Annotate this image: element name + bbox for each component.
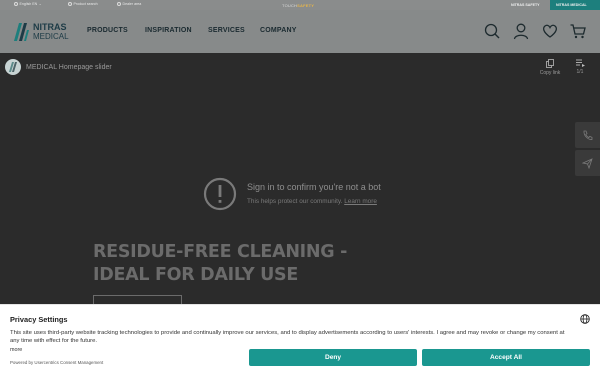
language-globe-icon[interactable] <box>580 314 590 324</box>
deny-button[interactable]: Deny <box>249 349 417 366</box>
slider-headline: RESIDUE-FREE CLEANING - IDEAL FOR DAILY … <box>93 241 347 287</box>
pager-label: 1/1 <box>576 69 584 75</box>
channel-avatar[interactable] <box>5 59 21 75</box>
privacy-more-link[interactable]: more <box>10 347 22 353</box>
bot-check-notice: Sign in to confirm you're not a bot This… <box>203 177 381 211</box>
user-icon[interactable] <box>512 22 530 40</box>
touch-safety-brand[interactable]: TOUCHSAFETY <box>282 3 314 8</box>
touch-safety-text-b: SAFETY <box>297 2 315 8</box>
nav-inspiration[interactable]: INSPIRATION <box>145 27 192 34</box>
video-title[interactable]: MEDICAL Homepage slider <box>26 64 112 71</box>
nav-company[interactable]: COMPANY <box>260 27 297 34</box>
video-title-bar[interactable]: MEDICAL Homepage slider <box>5 59 112 75</box>
paper-plane-icon <box>582 157 593 169</box>
headline-line2: IDEAL FOR DAILY USE <box>93 265 299 285</box>
nitras-medical-logo[interactable]: NITRAS MEDICAL <box>13 22 69 42</box>
privacy-powered-by[interactable]: Powered by Usercentrics Consent Manageme… <box>10 360 103 365</box>
globe-icon <box>14 2 18 6</box>
cart-icon[interactable] <box>569 22 587 40</box>
playlist-icon <box>575 59 585 67</box>
nav-services[interactable]: SERVICES <box>208 27 245 34</box>
nav-products[interactable]: PRODUCTS <box>87 27 128 34</box>
privacy-title: Privacy Settings <box>10 315 68 324</box>
main-header: NITRAS MEDICAL PRODUCTS INSPIRATION SERV… <box>0 10 600 53</box>
dealer-area-label: Dealer area <box>122 2 142 6</box>
chevron-down-icon: ⌄ <box>38 2 42 6</box>
dealer-area-link[interactable]: Dealer area <box>117 2 141 6</box>
user-icon <box>117 2 121 6</box>
nitras-medical-link[interactable]: NITRAS MEDICAL <box>550 0 600 10</box>
touch-safety-text-a: TOUCH <box>282 2 298 8</box>
copy-link-button[interactable]: Copy link <box>536 59 564 76</box>
language-selector[interactable]: English EN ⌄ <box>14 2 42 6</box>
language-label: English EN <box>19 2 38 6</box>
playlist-pager[interactable]: 1/1 <box>572 59 588 75</box>
privacy-consent-panel: Privacy Settings This site uses third-pa… <box>0 304 600 375</box>
heart-icon[interactable] <box>541 22 559 40</box>
search-icon[interactable] <box>483 22 501 40</box>
channel-logo-icon <box>9 62 17 72</box>
alert-icon <box>203 177 237 211</box>
top-utility-bar: English EN ⌄ Product search Dealer area … <box>0 0 600 10</box>
logo-line1: NITRAS <box>33 22 67 32</box>
phone-contact-button[interactable] <box>575 122 600 148</box>
bot-check-title: Sign in to confirm you're not a bot <box>247 182 381 192</box>
accept-all-button[interactable]: Accept All <box>422 349 590 366</box>
logo-line2: MEDICAL <box>33 32 69 41</box>
nitras-safety-link[interactable]: NITRAS SAFETY <box>505 0 546 10</box>
copy-link-label: Copy link <box>539 70 561 76</box>
learn-more-link[interactable]: Learn more <box>344 198 377 205</box>
phone-icon <box>583 130 593 140</box>
headline-line1: RESIDUE-FREE CLEANING - <box>93 242 348 262</box>
privacy-description: This site uses third-party website track… <box>10 330 565 344</box>
search-icon <box>68 2 72 6</box>
copy-icon <box>546 59 554 68</box>
logo-mark-icon <box>14 23 29 41</box>
product-search-label: Product search <box>73 2 98 6</box>
product-search-link[interactable]: Product search <box>68 2 98 6</box>
bot-check-subtitle: This helps protect our community. <box>247 198 343 205</box>
send-message-button[interactable] <box>575 150 600 176</box>
